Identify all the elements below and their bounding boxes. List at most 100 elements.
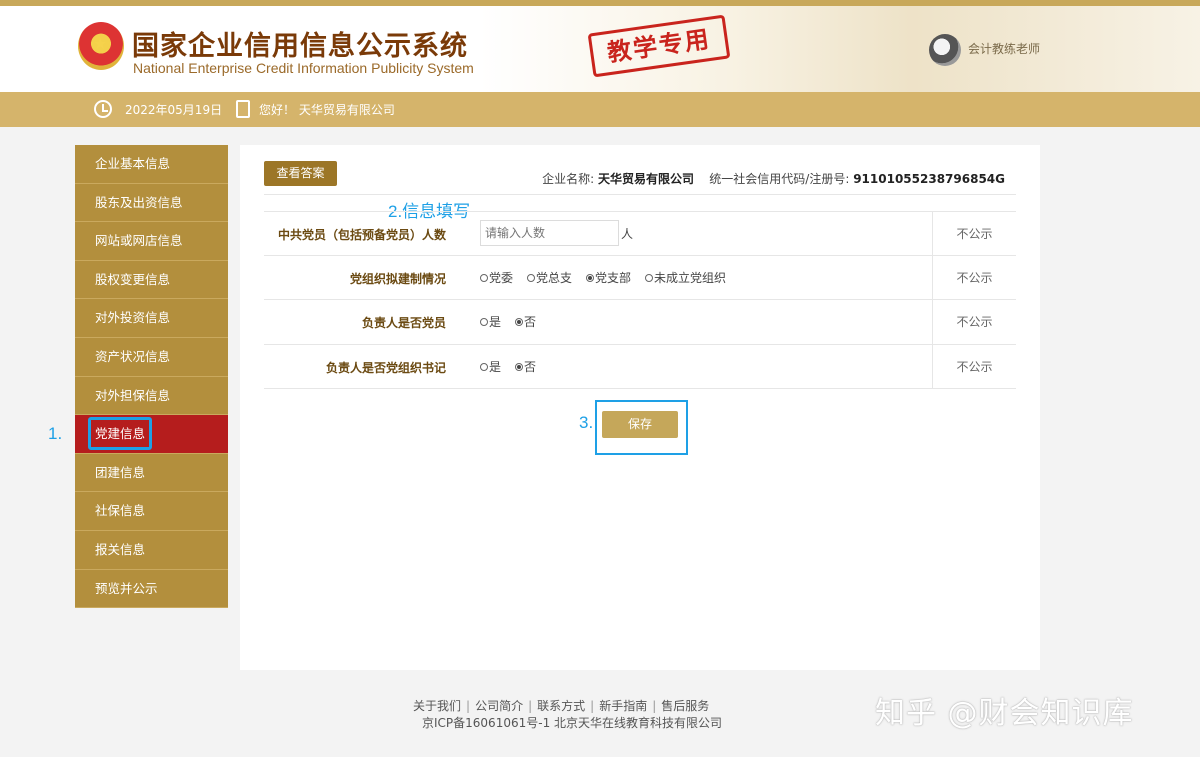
party-org-label: 党组织拟建制情况 — [349, 271, 446, 286]
sidebar-item-label: 企业基本信息 — [95, 156, 171, 171]
sidebar-item[interactable]: 预览并公示 — [75, 569, 228, 609]
publicity-status[interactable]: 不公示 — [932, 212, 1016, 256]
sidebar-item-label: 预览并公示 — [95, 580, 158, 596]
form-row-leader-member: 负责人是否党员 是否 不公示 — [264, 300, 1016, 345]
leader-member-label: 负责人是否党员 — [361, 316, 446, 331]
radio-option-label: 党总支 — [536, 270, 573, 285]
sidebar-item-label: 社保信息 — [95, 503, 146, 519]
form-row-leader-secretary: 负责人是否党组织书记 是否 不公示 — [264, 344, 1016, 390]
annotation-step-1: 1. — [48, 424, 63, 443]
leader-member-radio-group: 是否 — [480, 313, 550, 330]
radio-circle-icon — [480, 362, 488, 371]
sidebar-item-label: 对外担保信息 — [95, 387, 171, 403]
greeting-text: 您好！ 天华贸易有限公司 — [259, 103, 395, 117]
publicity-status[interactable]: 不公示 — [932, 255, 1016, 300]
footer-link[interactable]: 售后服务 — [661, 699, 709, 713]
sidebar-item[interactable]: 股东及出资信息 — [75, 183, 228, 223]
radio-option[interactable]: 党委 — [480, 269, 513, 286]
party-org-radio-group: 党委 党总支 党支部 未成立党组织 — [480, 269, 740, 286]
sidebar-item-label: 网站或网店信息 — [95, 233, 183, 249]
credit-code: 91101055238796854G — [853, 172, 1005, 186]
form-row-party-org: 党组织拟建制情况 党委 党总支 党支部 未成立党组织 不公示 — [264, 255, 1016, 301]
radio-option[interactable]: 是 — [480, 358, 501, 375]
sidebar-item-label: 报关信息 — [95, 541, 146, 557]
footer-link[interactable]: 关于我们 — [413, 699, 461, 713]
sidebar-item-label: 股权变更信息 — [95, 271, 171, 287]
party-members-label: 中共党员（包括预备党员）人数 — [277, 228, 446, 242]
radio-circle-icon — [480, 318, 488, 327]
publicity-status[interactable]: 不公示 — [932, 300, 1016, 345]
radio-circle-icon — [515, 318, 524, 327]
party-building-form: 中共党员（包括预备党员）人数 人 不公示 党组织拟建制情况 党委 党总支 党支部 未成… — [264, 211, 1016, 390]
radio-circle-icon — [527, 273, 536, 282]
radio-circle-icon — [480, 273, 488, 282]
teacher-avatar[interactable] — [929, 34, 961, 66]
sidebar-item-label: 股东及出资信息 — [95, 194, 183, 210]
footer-separator: | — [528, 699, 533, 713]
radio-option-label: 是 — [489, 315, 502, 330]
footer-separator: | — [652, 699, 657, 713]
form-row-party-members: 中共党员（包括预备党员）人数 人 不公示 — [264, 211, 1016, 256]
radio-circle-icon — [645, 273, 654, 282]
leader-secretary-label: 负责人是否党组织书记 — [325, 360, 446, 375]
radio-option-label: 否 — [524, 315, 537, 330]
radio-option-label: 未成立党组织 — [654, 270, 727, 285]
sidebar-item[interactable]: 社保信息 — [75, 492, 228, 531]
party-members-unit: 人 — [621, 227, 634, 241]
radio-option[interactable]: 否 — [515, 313, 536, 330]
radio-option-label: 党支部 — [595, 270, 632, 285]
leader-secretary-radio-group: 是否 — [480, 358, 550, 375]
save-button[interactable]: 保存 — [602, 411, 678, 438]
site-title-cn: 国家企业信用信息公示系统 — [132, 31, 468, 62]
radio-option[interactable]: 党总支 — [527, 269, 572, 286]
main-panel: 查看答案 企业名称: 天华贸易有限公司 统一社会信用代码/注册号: 911010… — [240, 145, 1040, 670]
view-answer-button[interactable]: 查看答案 — [264, 161, 337, 186]
party-members-input[interactable] — [480, 220, 619, 246]
sidebar-item[interactable]: 网站或网店信息 — [75, 222, 228, 261]
sidebar-item-label: 党建信息 — [88, 417, 153, 451]
radio-option[interactable]: 是 — [480, 313, 501, 330]
company-info: 企业名称: 天华贸易有限公司 统一社会信用代码/注册号: 91101055238… — [542, 170, 1005, 187]
company-name: 天华贸易有限公司 — [598, 172, 695, 186]
sidebar-item[interactable]: 团建信息 — [75, 453, 228, 493]
radio-circle-icon — [586, 273, 595, 282]
sidebar-item[interactable]: 资产状况信息 — [75, 337, 228, 377]
emblem-star-icon: ★ — [93, 34, 108, 53]
footer-separator: | — [466, 699, 471, 713]
radio-circle-icon — [515, 362, 524, 371]
footer-links: 关于我们 | 公司简介 | 联系方式 | 新手指南 | 售后服务 — [413, 697, 709, 714]
footer-link[interactable]: 新手指南 — [599, 699, 647, 713]
user-icon — [236, 100, 250, 118]
clock-icon — [94, 100, 112, 118]
sidebar-item[interactable]: 对外担保信息 — [75, 376, 228, 416]
publicity-status[interactable]: 不公示 — [932, 344, 1016, 389]
radio-option[interactable]: 党支部 — [586, 269, 631, 286]
radio-option-label: 党委 — [489, 270, 514, 285]
header-divider — [264, 194, 1016, 195]
site-title-en: National Enterprise Credit Information P… — [133, 60, 474, 76]
sidebar-item-label: 资产状况信息 — [95, 348, 171, 364]
company-label: 企业名称: — [542, 172, 595, 186]
radio-option-label: 否 — [524, 359, 537, 374]
watermark-text: 知乎 @财会知识库 — [875, 696, 1134, 731]
radio-option[interactable]: 否 — [515, 358, 536, 375]
sidebar-item-label: 对外投资信息 — [95, 310, 171, 326]
sidebar-item[interactable]: 党建信息 — [75, 415, 228, 454]
footer-icp: 京ICP备16061061号-1 北京天华在线教育科技有限公司 — [422, 716, 723, 730]
sidebar-item[interactable]: 股权变更信息 — [75, 260, 228, 300]
footer-link[interactable]: 联系方式 — [537, 699, 585, 713]
mountain-background — [480, 6, 1200, 92]
footer-separator: | — [590, 699, 595, 713]
sidebar-item[interactable]: 企业基本信息 — [75, 145, 228, 184]
annotation-step-3: 3. — [579, 413, 594, 432]
sidebar-item[interactable]: 报关信息 — [75, 530, 228, 570]
credit-label: 统一社会信用代码/注册号: — [709, 172, 850, 186]
sidebar-item-label: 团建信息 — [95, 464, 146, 480]
radio-option-label: 是 — [489, 359, 502, 374]
radio-option[interactable]: 未成立党组织 — [645, 269, 726, 286]
current-date: 2022年05月19日 — [125, 103, 223, 117]
footer-link[interactable]: 公司简介 — [475, 699, 523, 713]
sidebar-item[interactable]: 对外投资信息 — [75, 299, 228, 338]
teacher-name[interactable]: 会计教练老师 — [968, 40, 1040, 57]
sidebar-nav: 企业基本信息 股东及出资信息 网站或网店信息 股权变更信息 对外投资信息 资产状况信息 对外… — [75, 145, 228, 609]
